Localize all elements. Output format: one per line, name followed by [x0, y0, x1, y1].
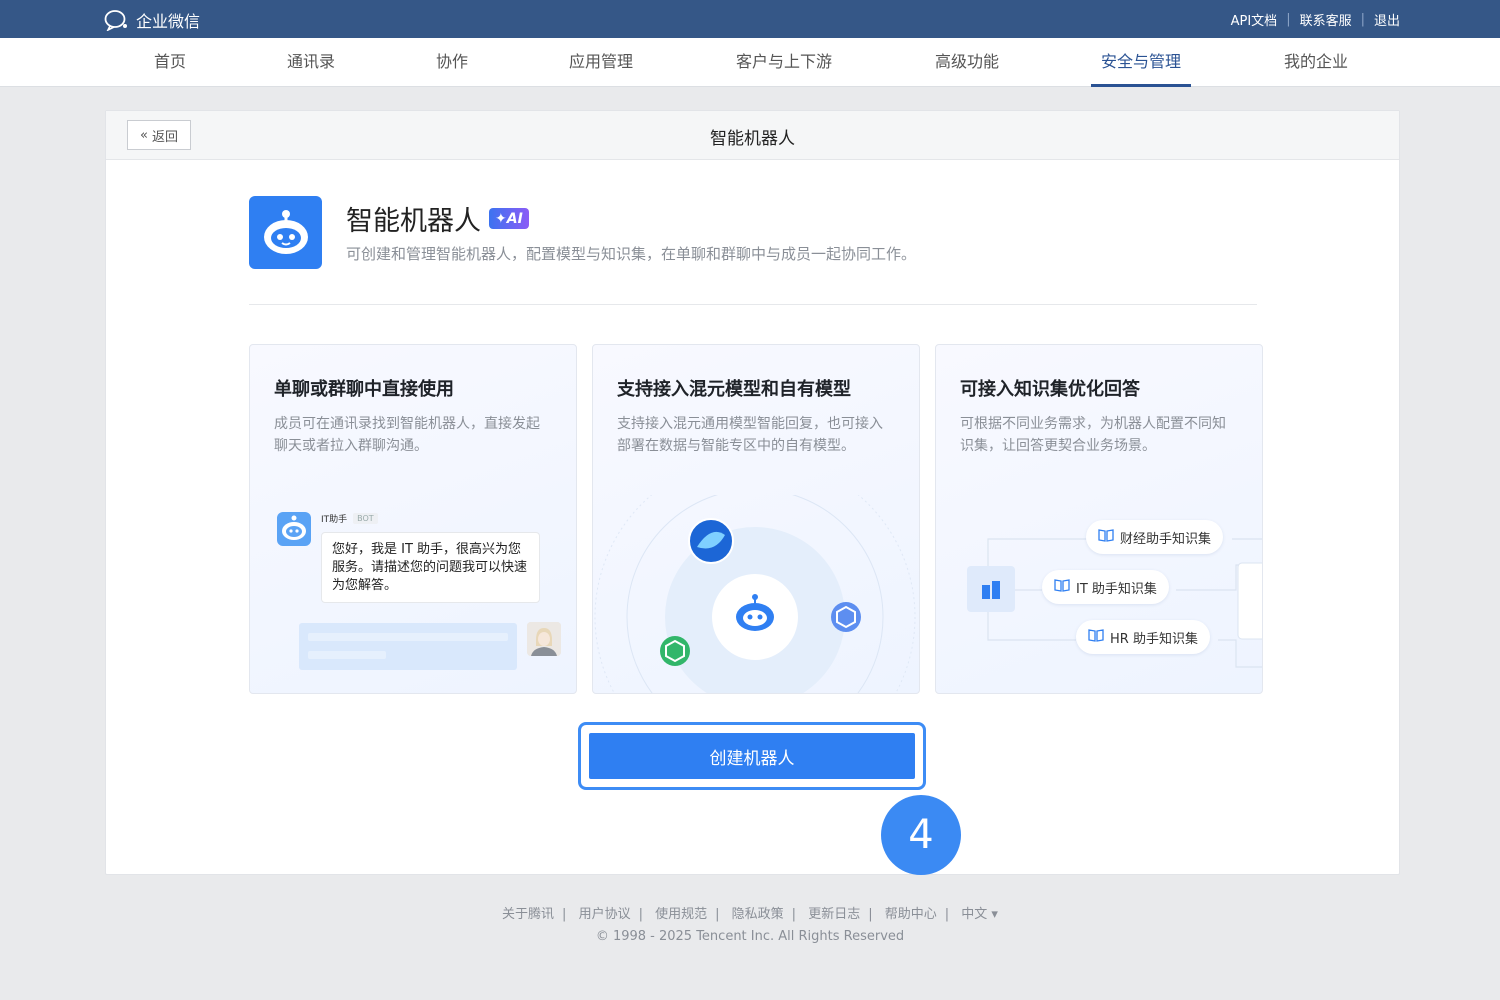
footer-link-usage[interactable]: 使用规范: [655, 907, 707, 922]
contact-support-link[interactable]: 联系客服: [1300, 10, 1352, 29]
separator: |: [1360, 12, 1365, 27]
enterprise-icon: [967, 566, 1015, 612]
ai-badge-label: AI: [506, 210, 523, 227]
card-description: 可根据不同业务需求，为机器人配置不同知识集，让回答更契合业务场景。: [960, 416, 1226, 454]
app-name-row: 智能机器人 ✦ AI: [346, 199, 529, 238]
book-icon: [1098, 528, 1114, 546]
footer-link-privacy[interactable]: 隐私政策: [732, 907, 784, 922]
separator: |: [1286, 12, 1291, 27]
nav-collaboration[interactable]: 协作: [436, 38, 468, 87]
create-robot-button[interactable]: 创建机器人: [589, 733, 915, 779]
main-panel: « 返回 智能机器人 智能机器人 ✦ AI 可创建和管理智能机器人，配置模型与知…: [105, 110, 1400, 875]
separator: |: [562, 907, 567, 922]
robot-app-icon: [249, 196, 322, 269]
card-description: 成员可在通讯录找到智能机器人，直接发起聊天或者拉入群聊沟通。: [274, 416, 540, 454]
panel-title: 智能机器人: [710, 129, 795, 149]
card-description: 支持接入混元通用模型智能回复，也可接入部署在数据与智能专区中的自有模型。: [617, 416, 883, 454]
bot-name: IT助手: [321, 515, 348, 525]
feature-card-models: 支持接入混元模型和自有模型 支持接入混元通用模型智能回复，也可接入部署在数据与智…: [592, 344, 920, 694]
knowledge-set-label: HR 助手知识集: [1110, 631, 1198, 647]
main-nav: 首页 通讯录 协作 应用管理 客户与上下游 高级功能 安全与管理 我的企业: [0, 38, 1500, 87]
chat-bubble: 您好，我是 IT 助手，很高兴为您服务。请描述您的问题我可以快速为您解答。: [321, 532, 540, 603]
sparkle-icon: ✦: [495, 210, 507, 227]
panel-header: « 返回 智能机器人: [106, 111, 1399, 160]
step-number-badge: 4: [881, 795, 961, 875]
knowledge-set-label: IT 助手知识集: [1076, 581, 1157, 597]
nav-my-enterprise[interactable]: 我的企业: [1284, 38, 1348, 87]
app-name: 智能机器人: [346, 206, 481, 237]
bot-tag: BOT: [353, 513, 378, 524]
logout-link[interactable]: 退出: [1374, 10, 1400, 29]
knowledge-set-finance: 财经助手知识集: [1086, 520, 1224, 554]
openai-icon-blue: [831, 602, 861, 632]
footer-link-about[interactable]: 关于腾讯: [502, 907, 554, 922]
separator: |: [638, 907, 643, 922]
create-button-highlight: 创建机器人: [578, 722, 926, 790]
nav-app-management[interactable]: 应用管理: [569, 38, 633, 87]
top-links: API文档 | 联系客服 | 退出: [1231, 10, 1400, 29]
nav-customers[interactable]: 客户与上下游: [736, 38, 832, 87]
footer-links: 关于腾讯 | 用户协议 | 使用规范 | 隐私政策 | 更新日志 | 帮助中心 | 中文 ▾: [0, 903, 1500, 922]
footer-link-help[interactable]: 帮助中心: [885, 907, 937, 922]
footer-link-changelog[interactable]: 更新日志: [808, 907, 860, 922]
language-select[interactable]: 中文 ▾: [961, 907, 998, 922]
separator: |: [791, 907, 797, 922]
copyright: © 1998 - 2025 Tencent Inc. All Rights Re…: [595, 929, 905, 944]
bot-name-row: IT助手 BOT: [321, 512, 378, 525]
separator: |: [944, 907, 950, 922]
placeholder-line: [308, 651, 386, 659]
knowledge-set-it: IT 助手知识集: [1042, 570, 1169, 604]
user-avatar: [527, 622, 561, 656]
knowledge-set-hr: HR 助手知识集: [1076, 620, 1210, 654]
logo-text: 企业微信: [136, 12, 201, 31]
wecom-logo[interactable]: 企业微信: [104, 8, 200, 32]
nav-home[interactable]: 首页: [154, 38, 186, 87]
book-icon: [1088, 628, 1104, 646]
top-bar: 企业微信 API文档 | 联系客服 | 退出: [0, 0, 1500, 38]
feature-card-knowledge: 可接入知识集优化回答 可根据不同业务需求，为机器人配置不同知识集，让回答更契合业…: [935, 344, 1263, 694]
placeholder-line: [308, 633, 508, 641]
book-icon: [1054, 578, 1070, 596]
wecom-logo-icon: [104, 10, 127, 31]
nav-security[interactable]: 安全与管理: [1090, 38, 1192, 87]
card-title: 可接入知识集优化回答: [960, 379, 1140, 400]
hunyuan-logo-icon: [688, 518, 734, 564]
user-message-placeholder: [299, 623, 517, 670]
separator: |: [715, 907, 720, 922]
model-orbit-illustration: [594, 495, 916, 693]
bot-avatar: [277, 512, 311, 546]
card-title: 单聊或群聊中直接使用: [274, 379, 454, 400]
api-docs-link[interactable]: API文档: [1231, 10, 1278, 29]
openai-icon-green: [660, 636, 690, 666]
robot-icon: [263, 209, 308, 254]
feature-card-chat: 单聊或群聊中直接使用 成员可在通讯录找到智能机器人，直接发起聊天或者拉入群聊沟通…: [249, 344, 577, 694]
nav-advanced[interactable]: 高级功能: [935, 38, 999, 87]
separator: |: [868, 907, 873, 922]
knowledge-set-label: 财经助手知识集: [1120, 531, 1212, 547]
divider: [249, 304, 1257, 305]
app-description: 可创建和管理智能机器人，配置模型与知识集，在单聊和群聊中与成员一起协同工作。: [346, 245, 917, 263]
ai-badge: ✦ AI: [489, 208, 529, 229]
card-title: 支持接入混元模型和自有模型: [617, 379, 851, 400]
nav-contacts[interactable]: 通讯录: [287, 38, 335, 87]
footer-link-terms[interactable]: 用户协议: [579, 907, 631, 922]
